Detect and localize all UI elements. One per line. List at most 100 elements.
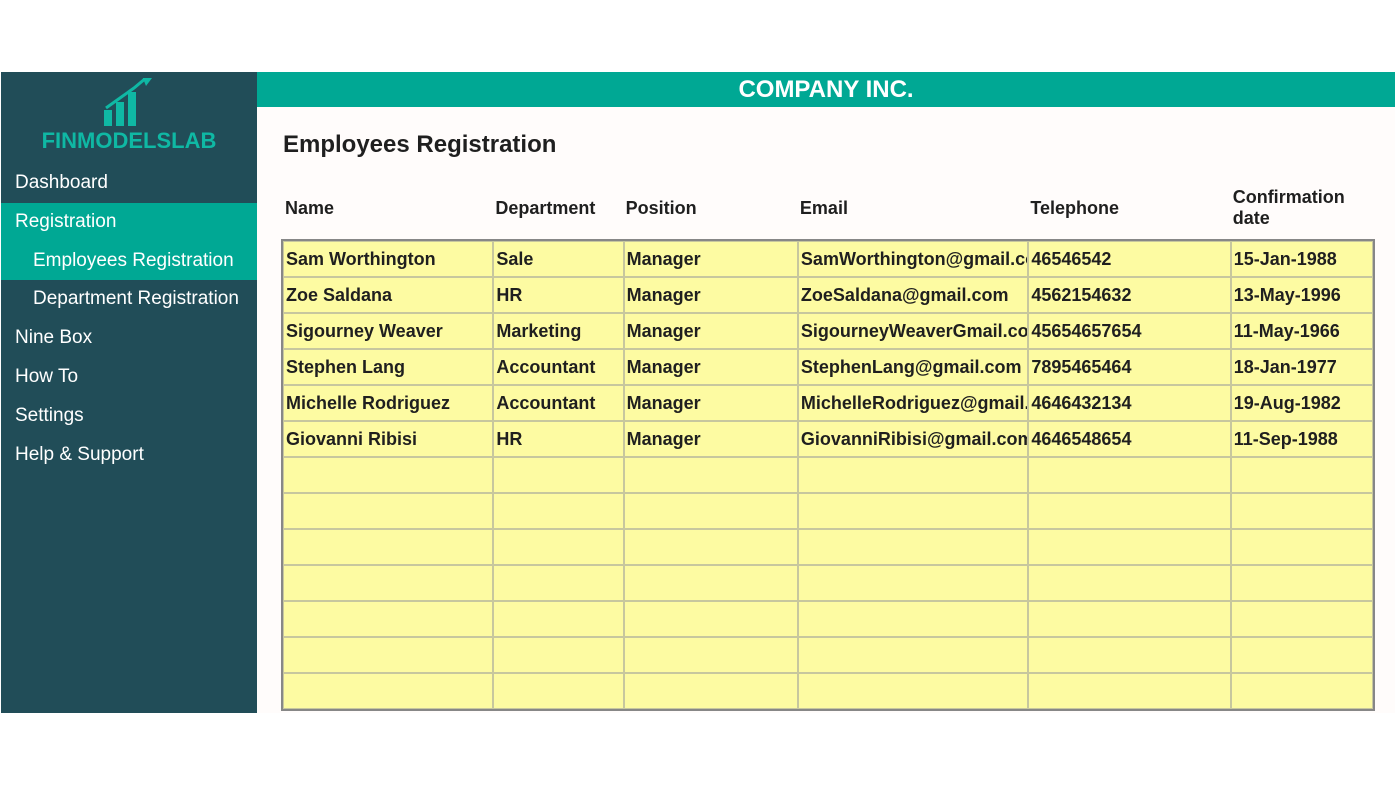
- table-row[interactable]: Zoe SaldanaHRManagerZoeSaldana@gmail.com…: [283, 277, 1373, 313]
- table-row[interactable]: [283, 601, 1373, 637]
- cell-confirmation[interactable]: [1231, 493, 1373, 529]
- cell-telephone[interactable]: 4562154632: [1028, 277, 1230, 313]
- cell-telephone[interactable]: [1028, 673, 1230, 709]
- cell-email[interactable]: [798, 565, 1028, 601]
- cell-email[interactable]: [798, 601, 1028, 637]
- sidebar-item-help-support[interactable]: Help & Support: [1, 436, 257, 475]
- cell-department[interactable]: [493, 673, 623, 709]
- cell-telephone[interactable]: 4646432134: [1028, 385, 1230, 421]
- cell-confirmation[interactable]: [1231, 529, 1373, 565]
- table-row[interactable]: Stephen LangAccountantManagerStephenLang…: [283, 349, 1373, 385]
- cell-telephone[interactable]: [1028, 457, 1230, 493]
- sidebar-item-employees-registration[interactable]: Employees Registration: [1, 242, 257, 281]
- sidebar-item-registration[interactable]: Registration: [1, 203, 257, 242]
- cell-telephone[interactable]: [1028, 529, 1230, 565]
- cell-confirmation[interactable]: [1231, 565, 1373, 601]
- cell-department[interactable]: [493, 637, 623, 673]
- cell-name[interactable]: Stephen Lang: [283, 349, 493, 385]
- cell-position[interactable]: [624, 529, 798, 565]
- cell-email[interactable]: [798, 637, 1028, 673]
- cell-confirmation[interactable]: 15-Jan-1988: [1231, 241, 1373, 277]
- cell-department[interactable]: [493, 601, 623, 637]
- cell-position[interactable]: Manager: [624, 385, 798, 421]
- cell-department[interactable]: [493, 457, 623, 493]
- sidebar-item-settings[interactable]: Settings: [1, 397, 257, 436]
- cell-confirmation[interactable]: [1231, 457, 1373, 493]
- sidebar-item-nine-box[interactable]: Nine Box: [1, 319, 257, 358]
- cell-name[interactable]: Giovanni Ribisi: [283, 421, 493, 457]
- cell-confirmation[interactable]: 13-May-1996: [1231, 277, 1373, 313]
- cell-telephone[interactable]: 45654657654: [1028, 313, 1230, 349]
- cell-confirmation[interactable]: 18-Jan-1977: [1231, 349, 1373, 385]
- cell-department[interactable]: Accountant: [493, 385, 623, 421]
- table-row[interactable]: [283, 493, 1373, 529]
- table-row[interactable]: [283, 529, 1373, 565]
- cell-name[interactable]: [283, 529, 493, 565]
- cell-email[interactable]: [798, 673, 1028, 709]
- cell-email[interactable]: StephenLang@gmail.com: [798, 349, 1028, 385]
- cell-department[interactable]: [493, 529, 623, 565]
- cell-name[interactable]: [283, 673, 493, 709]
- cell-confirmation[interactable]: [1231, 637, 1373, 673]
- cell-name[interactable]: [283, 493, 493, 529]
- cell-department[interactable]: Sale: [493, 241, 623, 277]
- cell-confirmation[interactable]: [1231, 601, 1373, 637]
- cell-name[interactable]: [283, 637, 493, 673]
- cell-telephone[interactable]: [1028, 601, 1230, 637]
- cell-name[interactable]: [283, 565, 493, 601]
- cell-confirmation[interactable]: [1231, 673, 1373, 709]
- cell-position[interactable]: Manager: [624, 277, 798, 313]
- sidebar-item-department-registration[interactable]: Department Registration: [1, 280, 257, 319]
- cell-position[interactable]: Manager: [624, 421, 798, 457]
- cell-telephone[interactable]: [1028, 565, 1230, 601]
- cell-position[interactable]: [624, 673, 798, 709]
- cell-email[interactable]: [798, 493, 1028, 529]
- table-row[interactable]: Sigourney WeaverMarketingManagerSigourne…: [283, 313, 1373, 349]
- cell-name[interactable]: Michelle Rodriguez: [283, 385, 493, 421]
- cell-position[interactable]: [624, 493, 798, 529]
- cell-department[interactable]: [493, 493, 623, 529]
- cell-department[interactable]: Accountant: [493, 349, 623, 385]
- cell-name[interactable]: [283, 601, 493, 637]
- cell-email[interactable]: [798, 529, 1028, 565]
- cell-email[interactable]: GiovanniRibisi@gmail.com: [798, 421, 1028, 457]
- cell-telephone[interactable]: [1028, 637, 1230, 673]
- table-row[interactable]: [283, 637, 1373, 673]
- table-row[interactable]: Michelle RodriguezAccountantManagerMiche…: [283, 385, 1373, 421]
- col-header: Name: [283, 187, 493, 241]
- cell-name[interactable]: [283, 457, 493, 493]
- cell-department[interactable]: HR: [493, 421, 623, 457]
- cell-position[interactable]: Manager: [624, 349, 798, 385]
- sidebar-item-how-to[interactable]: How To: [1, 358, 257, 397]
- cell-position[interactable]: [624, 457, 798, 493]
- cell-position[interactable]: [624, 565, 798, 601]
- cell-name[interactable]: Sigourney Weaver: [283, 313, 493, 349]
- cell-telephone[interactable]: 46546542: [1028, 241, 1230, 277]
- cell-confirmation[interactable]: 11-Sep-1988: [1231, 421, 1373, 457]
- cell-position[interactable]: Manager: [624, 313, 798, 349]
- cell-telephone[interactable]: [1028, 493, 1230, 529]
- cell-email[interactable]: ZoeSaldana@gmail.com: [798, 277, 1028, 313]
- sidebar-item-dashboard[interactable]: Dashboard: [1, 164, 257, 203]
- table-row[interactable]: Sam WorthingtonSaleManagerSamWorthington…: [283, 241, 1373, 277]
- cell-email[interactable]: SigourneyWeaverGmail.com: [798, 313, 1028, 349]
- cell-position[interactable]: [624, 601, 798, 637]
- cell-telephone[interactable]: 7895465464: [1028, 349, 1230, 385]
- table-row[interactable]: [283, 565, 1373, 601]
- cell-confirmation[interactable]: 19-Aug-1982: [1231, 385, 1373, 421]
- cell-department[interactable]: HR: [493, 277, 623, 313]
- table-row[interactable]: [283, 457, 1373, 493]
- cell-name[interactable]: Zoe Saldana: [283, 277, 493, 313]
- cell-confirmation[interactable]: 11-May-1966: [1231, 313, 1373, 349]
- cell-email[interactable]: SamWorthington@gmail.com: [798, 241, 1028, 277]
- cell-telephone[interactable]: 4646548654: [1028, 421, 1230, 457]
- cell-department[interactable]: [493, 565, 623, 601]
- cell-position[interactable]: [624, 637, 798, 673]
- cell-department[interactable]: Marketing: [493, 313, 623, 349]
- table-row[interactable]: [283, 673, 1373, 709]
- cell-name[interactable]: Sam Worthington: [283, 241, 493, 277]
- cell-email[interactable]: [798, 457, 1028, 493]
- cell-email[interactable]: MichelleRodriguez@gmail.com: [798, 385, 1028, 421]
- table-row[interactable]: Giovanni RibisiHRManagerGiovanniRibisi@g…: [283, 421, 1373, 457]
- cell-position[interactable]: Manager: [624, 241, 798, 277]
